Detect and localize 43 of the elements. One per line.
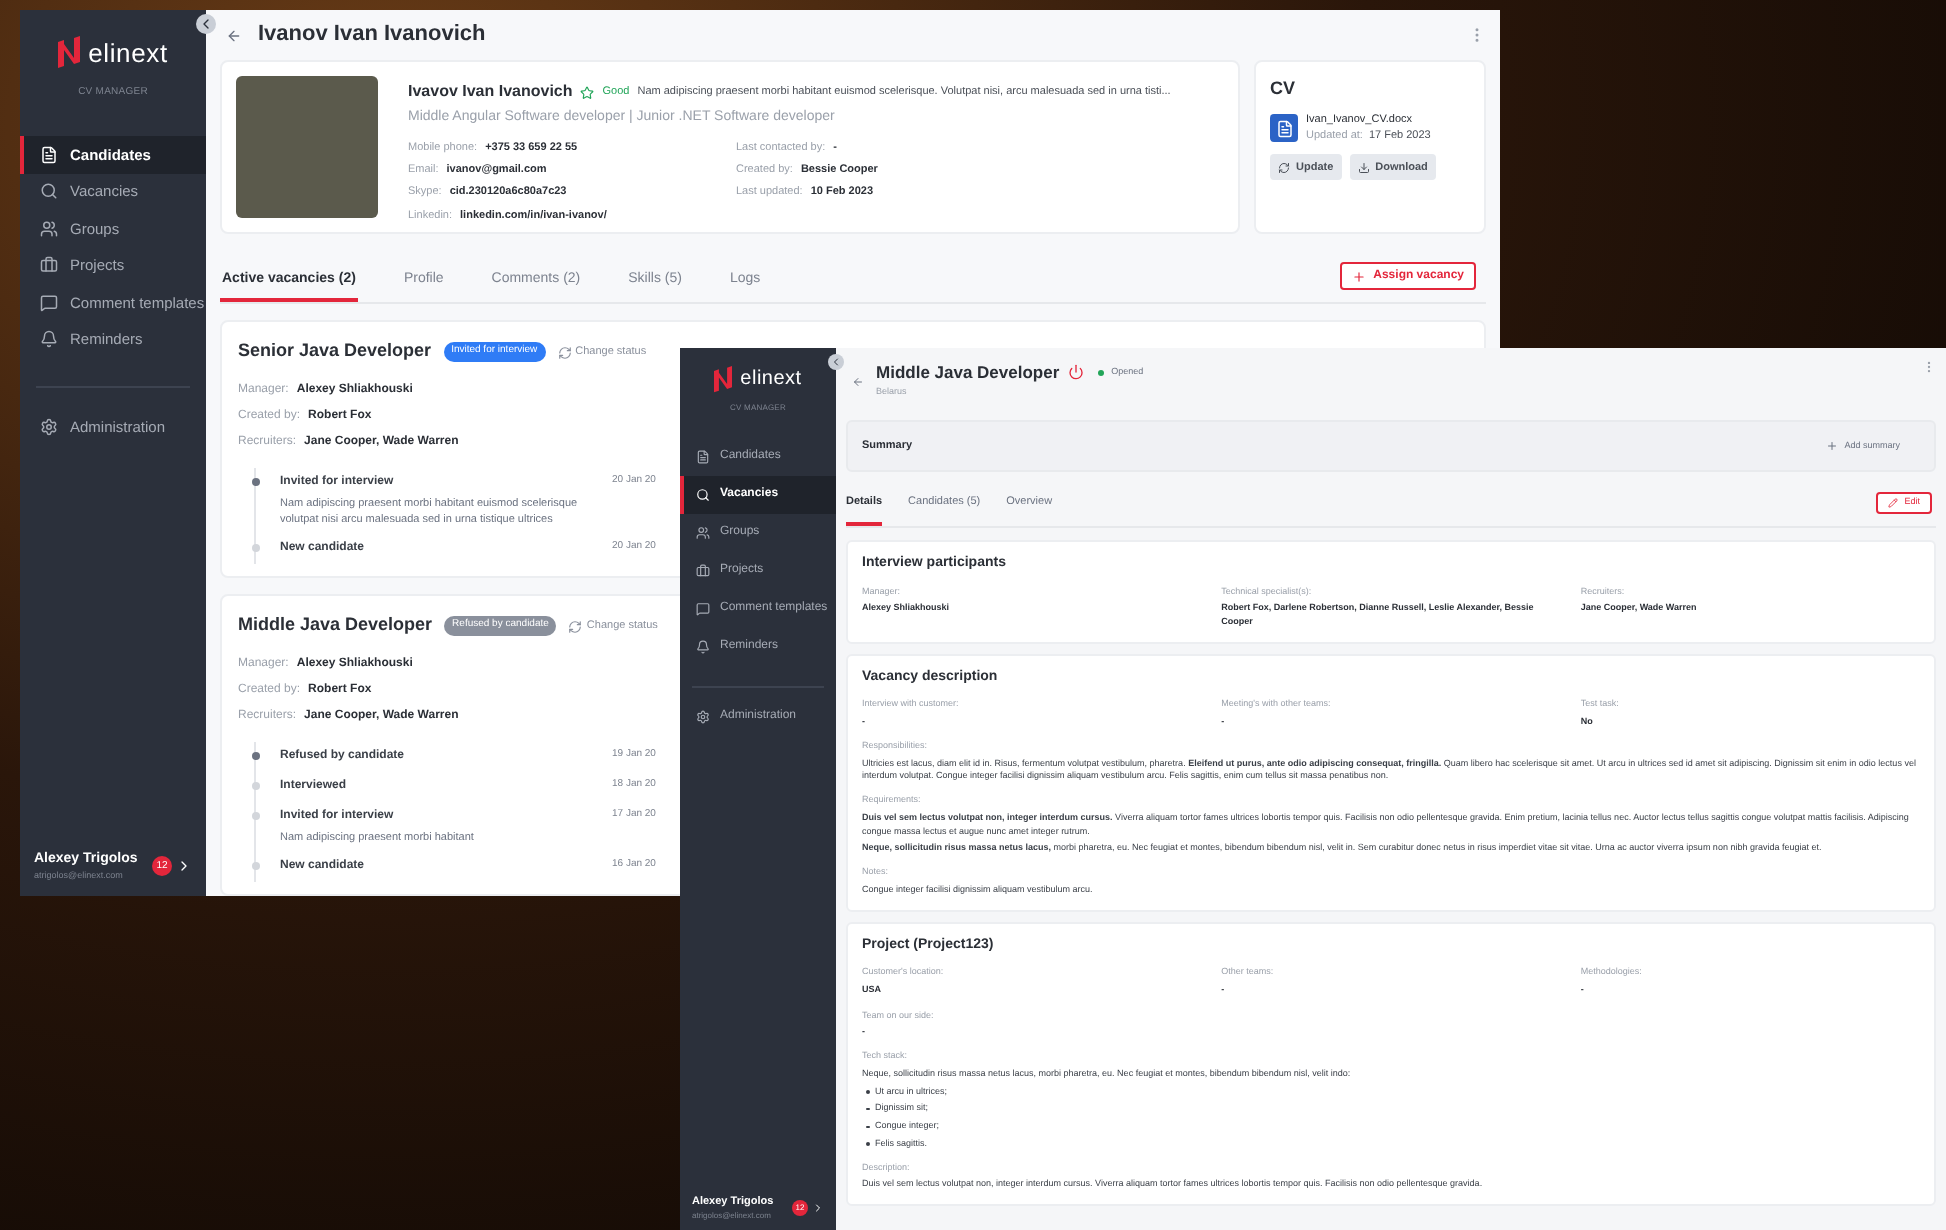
logo-text: elinext [88, 36, 168, 72]
cv-title: CV [1270, 76, 1298, 103]
refresh-icon [568, 619, 583, 633]
refresh-icon [1278, 161, 1290, 174]
star-icon [580, 85, 595, 100]
pencil-icon [1888, 498, 1899, 508]
chevron-left-icon [830, 356, 842, 368]
logo-text: elinext [740, 366, 802, 394]
logo-icon [714, 365, 733, 393]
chevron-right-icon [812, 1201, 824, 1214]
bell-icon [696, 640, 710, 654]
page-title: Middle Java Developer [876, 360, 1060, 386]
speech-bubble-icon [696, 602, 710, 616]
bell-icon [40, 330, 58, 349]
speech-bubble-icon [40, 293, 58, 312]
chevron-right-icon [176, 858, 192, 875]
document-icon [696, 450, 710, 464]
power-icon [1067, 364, 1084, 381]
briefcase-icon [696, 564, 710, 578]
photo-placeholder [236, 76, 378, 219]
vacancy-title: Middle Java Developer [238, 612, 433, 639]
people-icon [696, 526, 710, 540]
back-arrow-icon[interactable] [852, 376, 864, 388]
chevron-left-icon [198, 16, 214, 32]
briefcase-icon [40, 256, 58, 275]
vacancy-title: Senior Java Developer [238, 338, 432, 365]
back-arrow-icon[interactable] [226, 27, 242, 44]
refresh-icon [557, 345, 572, 359]
search-icon [40, 182, 58, 201]
plus-icon [1826, 440, 1839, 452]
document-icon [1270, 114, 1298, 142]
plus-icon [1351, 269, 1366, 284]
logo-icon [58, 36, 81, 71]
document-icon [40, 145, 58, 164]
people-icon [40, 219, 58, 238]
search-icon [696, 488, 710, 502]
download-icon [1357, 161, 1370, 174]
settings-icon [40, 418, 58, 437]
page-title: Ivanov Ivan Ivanovich [258, 20, 486, 51]
collapse-button[interactable] [196, 14, 216, 34]
collapse-button[interactable] [828, 354, 844, 370]
candidate-name: Ivavov Ivan Ivanovich [408, 80, 573, 105]
settings-icon [696, 710, 710, 724]
